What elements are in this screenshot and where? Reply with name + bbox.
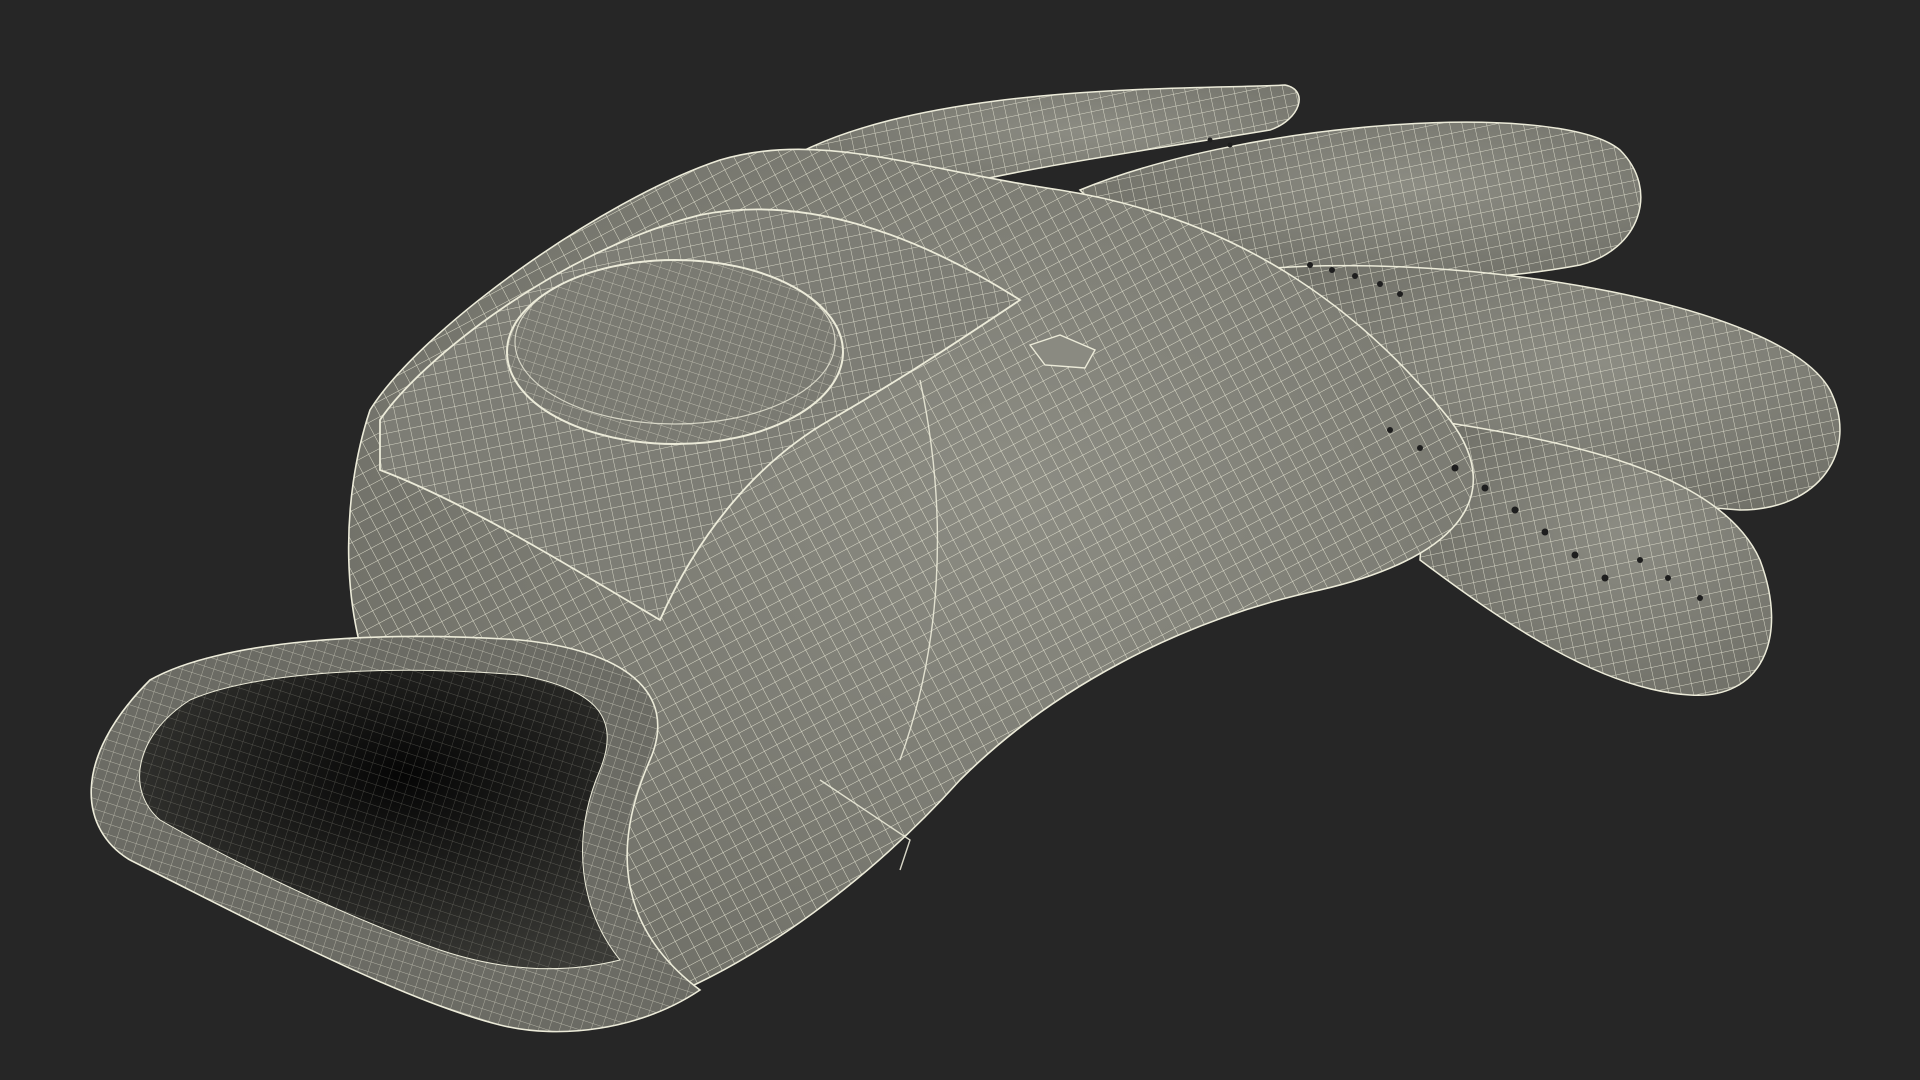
wireframe-render — [90, 84, 1841, 1033]
ball-marker-disc-mesh — [507, 260, 843, 444]
render-viewport — [0, 0, 1920, 1080]
glove-cuff-interior-mesh — [139, 670, 621, 969]
glove-model — [90, 84, 1841, 1033]
